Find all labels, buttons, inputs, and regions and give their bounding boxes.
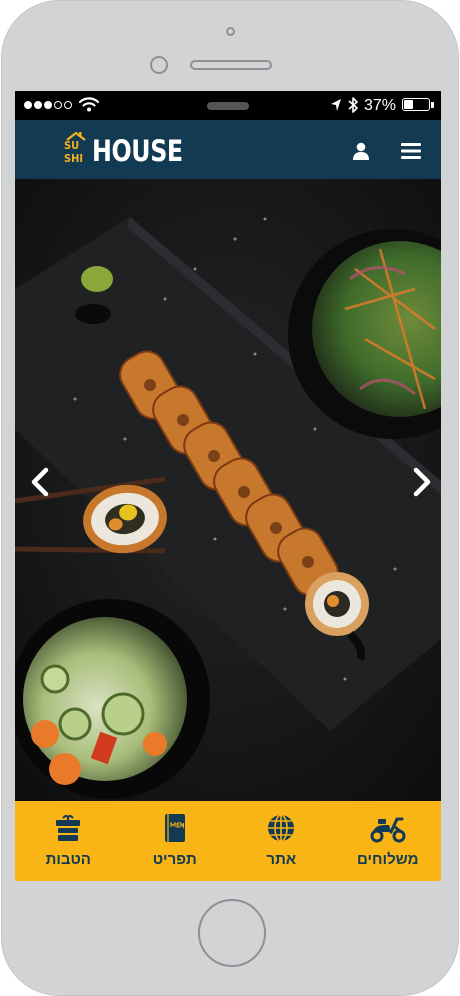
logo-house-text: HOUSE — [92, 134, 183, 168]
front-camera — [226, 27, 235, 36]
menu-book-icon — [164, 814, 185, 842]
battery-icon — [402, 98, 430, 111]
tab-menu[interactable]: תפריט — [122, 801, 229, 881]
status-bar: 37% — [15, 91, 441, 120]
tab-benefits[interactable]: הטבות — [15, 801, 122, 881]
location-arrow-icon — [331, 99, 341, 111]
user-account-button[interactable] — [351, 141, 371, 161]
bottom-nav: הטבות תפריט אתר משלוחים — [15, 801, 441, 881]
globe-icon — [268, 814, 295, 842]
wifi-icon — [79, 97, 99, 112]
logo-shi-text: SHI — [64, 152, 84, 165]
hamburger-menu-button[interactable] — [400, 141, 422, 161]
tab-benefits-label: הטבות — [45, 851, 91, 868]
carousel-next-button[interactable] — [410, 462, 434, 502]
tab-website[interactable]: אתר — [228, 801, 335, 881]
logo-mark: SU SHI — [64, 132, 88, 170]
app-screen: 37% SU SHI HOUSE הטבות תפריט אתר משלוחים — [15, 91, 441, 881]
tab-menu-label: תפריט — [152, 851, 197, 868]
tab-delivery-label: משלוחים — [357, 851, 419, 868]
chevron-right-icon — [413, 467, 431, 497]
battery-level — [404, 100, 413, 109]
gift-icon — [56, 814, 81, 841]
hero-carousel[interactable] — [15, 179, 441, 801]
carousel-prev-button[interactable] — [28, 462, 52, 502]
battery-percent: 37% — [364, 97, 397, 114]
user-icon — [353, 142, 369, 160]
chevron-left-icon — [31, 467, 49, 497]
screen-notch — [207, 102, 249, 110]
sushi-house-logo[interactable]: SU SHI HOUSE — [64, 132, 203, 170]
hero-food-image — [15, 179, 441, 801]
signal-icon — [24, 101, 72, 109]
app-header: SU SHI HOUSE — [15, 120, 441, 179]
logo-su-text: SU — [64, 139, 80, 152]
earpiece-speaker — [190, 60, 272, 70]
tab-website-label: אתר — [266, 851, 297, 868]
bluetooth-icon — [348, 97, 358, 113]
hamburger-menu-icon — [401, 143, 421, 159]
home-button[interactable] — [198, 899, 266, 967]
scooter-icon — [370, 817, 406, 843]
tab-delivery[interactable]: משלוחים — [335, 801, 442, 881]
proximity-sensor — [150, 56, 168, 74]
battery-cap — [431, 102, 434, 108]
